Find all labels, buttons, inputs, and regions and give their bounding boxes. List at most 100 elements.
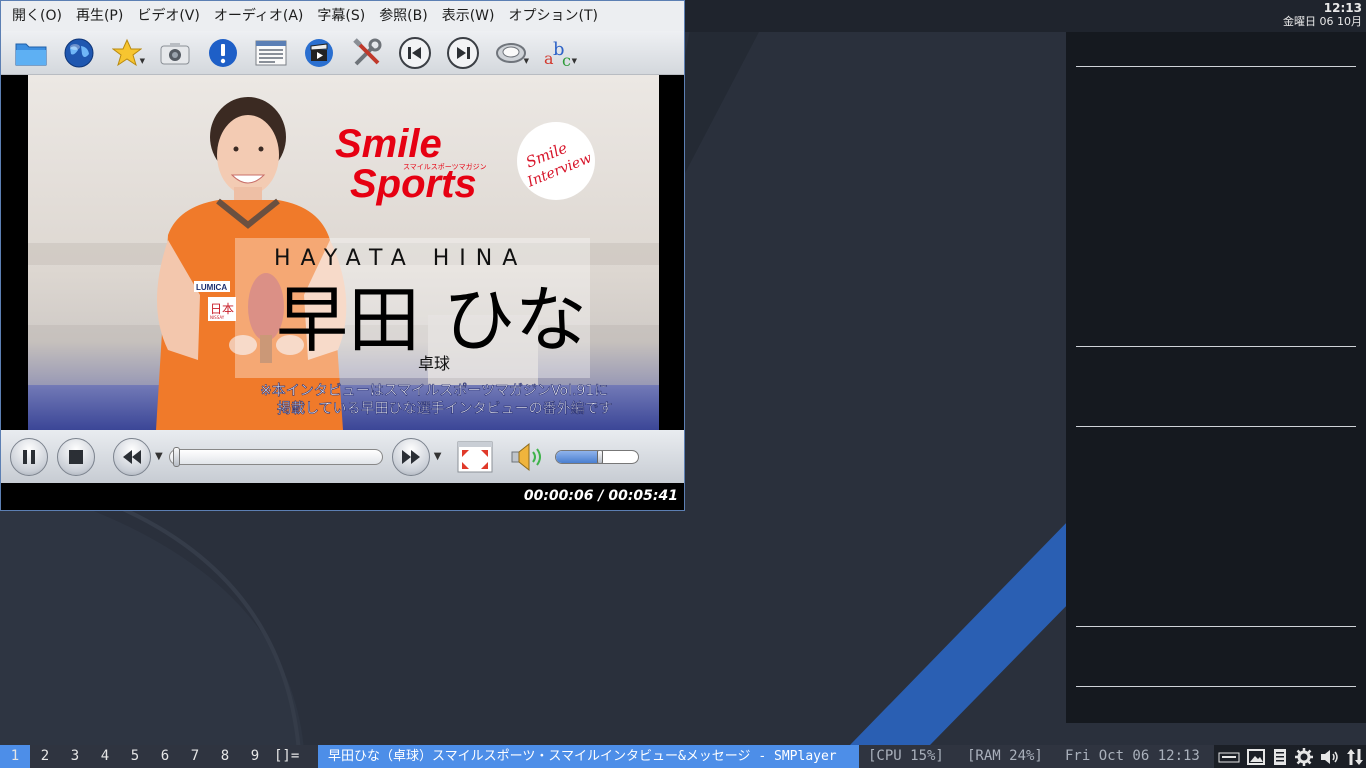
keyboard-icon[interactable] xyxy=(1218,750,1240,764)
taskbar-clock: Fri Oct 06 12:13 xyxy=(1065,748,1200,764)
logo-smile: Smile xyxy=(335,122,442,166)
forward-icon xyxy=(401,449,420,464)
control-bar: ▼ ▼ xyxy=(1,430,684,483)
menu-subtitles[interactable]: 字幕(S) xyxy=(310,1,372,31)
chevron-down-icon: ▼ xyxy=(571,56,577,65)
stop-button[interactable] xyxy=(57,437,95,476)
info-button[interactable] xyxy=(199,33,247,73)
subtitle-button[interactable]: abc ▼ xyxy=(535,33,583,73)
svg-text:c: c xyxy=(562,51,571,69)
conky-divider xyxy=(1076,426,1356,427)
mute-button[interactable] xyxy=(507,439,547,475)
open-folder-button[interactable] xyxy=(7,33,55,73)
network-updown-icon[interactable] xyxy=(1346,748,1363,766)
menu-audio[interactable]: オーディオ(A) xyxy=(207,1,311,31)
chevron-down-icon: ▼ xyxy=(139,56,145,65)
time-display: 00:00:06 / 00:05:41 xyxy=(523,488,678,504)
favorites-star-icon xyxy=(112,38,142,66)
conky-divider xyxy=(1076,66,1356,67)
window-title[interactable]: 早田ひな（卓球）スマイルスポーツ・スマイルインタビュー&メッセージ - SMPl… xyxy=(318,745,859,768)
volume-slider[interactable] xyxy=(555,449,640,464)
toolbar: ▼ ▼ abc ▼ xyxy=(1,31,684,75)
conky-divider xyxy=(1076,686,1356,687)
pause-icon xyxy=(23,449,35,464)
volume-icon[interactable] xyxy=(1320,749,1340,765)
cpu-status: [CPU 15%] xyxy=(868,748,944,764)
open-url-button[interactable] xyxy=(55,33,103,73)
preferences-button[interactable] xyxy=(343,33,391,73)
stop-icon xyxy=(69,449,83,464)
favorites-button[interactable]: ▼ xyxy=(103,33,151,73)
conky-divider xyxy=(1076,626,1356,627)
info-icon xyxy=(209,38,237,67)
settings-gear-icon[interactable] xyxy=(1294,747,1313,766)
forward-dropdown-icon[interactable]: ▼ xyxy=(434,451,442,462)
volume-handle[interactable] xyxy=(597,450,604,463)
open-folder-icon xyxy=(15,43,47,65)
open-url-globe-icon xyxy=(64,38,94,67)
next-icon xyxy=(447,36,479,69)
speaker-icon xyxy=(511,442,542,471)
notes-icon[interactable] xyxy=(1272,748,1288,766)
system-tray xyxy=(1214,745,1366,768)
top-clock: 12:13 金曜日 06 10月 xyxy=(1283,1,1362,29)
menu-play[interactable]: 再生(P) xyxy=(69,1,130,31)
menu-open[interactable]: 開く(O) xyxy=(5,1,69,31)
pause-button[interactable] xyxy=(10,437,48,476)
screenshot-camera-icon xyxy=(160,42,190,64)
sport-label: 卓球 xyxy=(418,354,450,373)
workspace-3[interactable]: 3 xyxy=(60,745,90,768)
rewind-icon xyxy=(123,449,141,464)
workspace-6[interactable]: 6 xyxy=(150,745,180,768)
previous-icon xyxy=(399,36,431,69)
menu-browse[interactable]: 参照(B) xyxy=(372,1,435,31)
layout-indicator[interactable]: []= xyxy=(274,745,299,768)
clock-date: 金曜日 06 10月 xyxy=(1283,15,1362,28)
video-frame-picture: Smile Sports スマイルスポーツマガジン Smile Intervie… xyxy=(28,75,659,430)
rewind-dropdown-icon[interactable]: ▼ xyxy=(155,451,163,462)
next-button[interactable] xyxy=(439,33,487,73)
fullscreen-icon xyxy=(457,441,493,472)
video-area[interactable]: Smile Sports スマイルスポーツマガジン Smile Intervie… xyxy=(1,75,684,430)
audio-track-button[interactable]: ▼ xyxy=(487,33,535,73)
name-kanji: 早田 ひな xyxy=(276,278,587,362)
taskbar: 1 2 3 4 5 6 7 8 9 []= 早田ひな（卓球）スマイルスポーツ・ス… xyxy=(0,745,1366,768)
forward-button[interactable] xyxy=(391,437,430,476)
preferences-tools-icon xyxy=(353,37,382,65)
workspace-7[interactable]: 7 xyxy=(180,745,210,768)
smplayer-window[interactable]: 開く(O) 再生(P) ビデオ(V) オーディオ(A) 字幕(S) 参照(B) … xyxy=(0,0,685,511)
video-button[interactable] xyxy=(295,33,343,73)
menu-video[interactable]: ビデオ(V) xyxy=(130,1,207,31)
screenshot-button[interactable] xyxy=(151,33,199,73)
seek-handle[interactable] xyxy=(172,446,180,467)
playlist-icon xyxy=(255,40,287,65)
menu-options[interactable]: オプション(T) xyxy=(502,1,605,31)
workspace-5[interactable]: 5 xyxy=(120,745,150,768)
workspace-4[interactable]: 4 xyxy=(90,745,120,768)
workspace-2[interactable]: 2 xyxy=(30,745,60,768)
menu-bar: 開く(O) 再生(P) ビデオ(V) オーディオ(A) 字幕(S) 参照(B) … xyxy=(1,1,684,31)
note-line-2: 掲載している早田ひな選手インタビューの番外編です xyxy=(277,401,613,417)
previous-button[interactable] xyxy=(391,33,439,73)
workspace-8[interactable]: 8 xyxy=(210,745,240,768)
note-line-1: ※本インタビューはスマイルスポーツマガジンVol.91に xyxy=(260,383,608,399)
playlist-button[interactable] xyxy=(247,33,295,73)
logo-subtitle: スマイルスポーツマガジン xyxy=(403,162,487,171)
image-viewer-icon[interactable] xyxy=(1246,748,1265,765)
video-clapper-icon xyxy=(305,38,333,67)
seek-slider[interactable] xyxy=(168,446,383,467)
video-frame: Smile Sports スマイルスポーツマガジン Smile Intervie… xyxy=(28,75,659,430)
chevron-down-icon: ▼ xyxy=(523,56,529,65)
ram-status: [RAM 24%] xyxy=(967,748,1043,764)
rewind-button[interactable] xyxy=(113,437,151,476)
shirt-lumica: LUMICA xyxy=(196,283,227,292)
workspace-1[interactable]: 1 xyxy=(0,745,30,768)
menu-view[interactable]: 表示(W) xyxy=(435,1,502,31)
workspace-9[interactable]: 9 xyxy=(240,745,270,768)
shirt-nissay: 日本 xyxy=(210,302,234,316)
shirt-nissay-small: NISSAY xyxy=(210,315,225,320)
conky-panel xyxy=(1066,32,1366,723)
fullscreen-button[interactable] xyxy=(455,440,495,474)
status-bar: 00:00:06 / 00:05:41 xyxy=(1,483,684,510)
clock-time: 12:13 xyxy=(1323,1,1362,15)
